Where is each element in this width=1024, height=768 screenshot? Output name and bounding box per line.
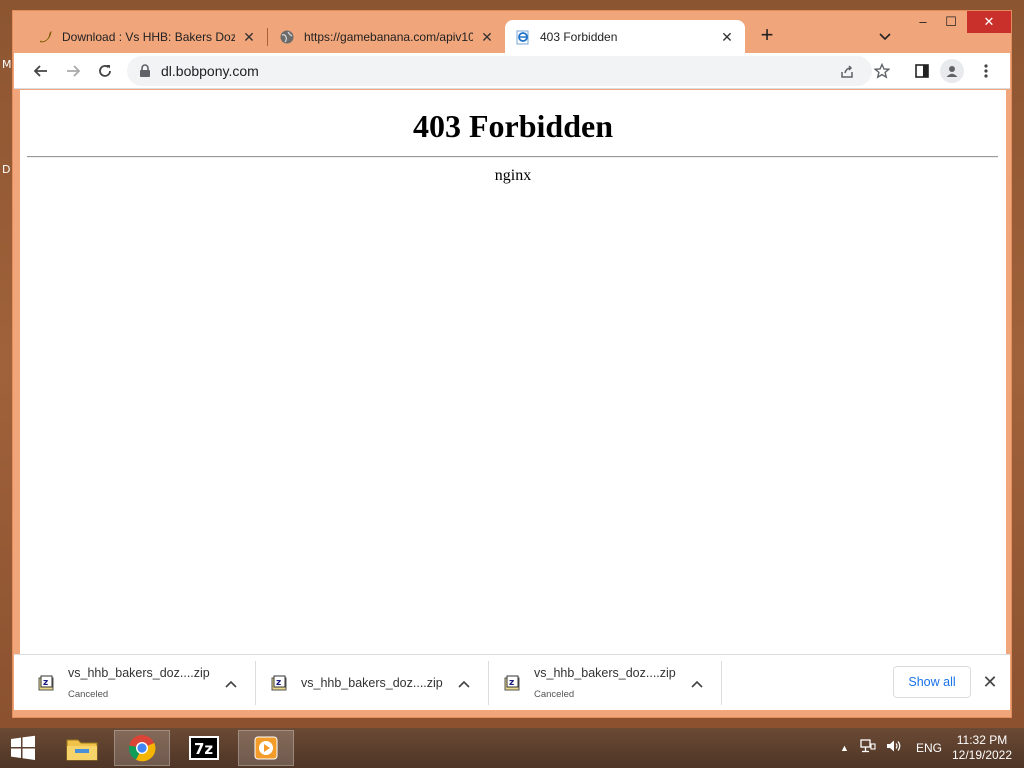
system-tray: ▲ ENG: [840, 728, 942, 768]
close-icon[interactable]: ✕: [719, 29, 735, 45]
desktop-icon-label[interactable]: D: [2, 163, 10, 176]
svg-text:z: z: [43, 678, 48, 688]
show-hidden-icons-icon[interactable]: ▲: [840, 743, 852, 753]
svg-text:z: z: [276, 678, 281, 688]
chevron-up-icon[interactable]: [690, 677, 704, 689]
globe-icon: [279, 29, 295, 45]
clock[interactable]: 11:32 PM 12/19/2022: [944, 733, 1020, 763]
browser-toolbar: dl.bobpony.com: [14, 53, 1010, 89]
svg-text:z: z: [509, 678, 514, 688]
close-icon[interactable]: ✕: [980, 672, 1000, 692]
download-status: Canceled: [68, 689, 109, 700]
download-item[interactable]: z vs_hhb_bakers_doz....zip Canceled: [14, 661, 247, 705]
close-icon[interactable]: ✕: [241, 29, 257, 45]
minimize-button[interactable]: –: [909, 11, 937, 33]
windows-start-icon[interactable]: [8, 735, 38, 761]
server-signature: nginx: [494, 167, 532, 184]
download-shelf: z vs_hhb_bakers_doz....zip Canceled z vs…: [14, 654, 1010, 710]
url-text[interactable]: dl.bobpony.com: [161, 63, 259, 79]
clock-date: 12/19/2022: [951, 748, 1013, 762]
chevron-up-icon[interactable]: [224, 677, 238, 689]
lock-icon[interactable]: [139, 64, 151, 78]
zip-archive-icon: z: [504, 675, 520, 691]
reload-icon[interactable]: [93, 59, 117, 83]
profile-avatar-icon[interactable]: [940, 59, 964, 83]
tab-download[interactable]: Download : Vs HHB: Bakers Dozen ✕: [27, 20, 267, 53]
browser-window: Download : Vs HHB: Bakers Dozen ✕ https:…: [12, 10, 1012, 718]
show-all-button[interactable]: Show all: [893, 666, 971, 698]
new-tab-button[interactable]: +: [757, 24, 777, 46]
chrome-icon[interactable]: [114, 730, 170, 766]
download-item[interactable]: z vs_hhb_bakers_doz....zip Canceled: [480, 661, 713, 705]
page-title: 403 Forbidden: [412, 108, 614, 144]
tab-title: 403 Forbidden: [540, 29, 618, 44]
language-indicator[interactable]: ENG: [916, 741, 942, 755]
tab-title: https://gamebanana.com/apiv10/: [304, 29, 473, 44]
maximize-button[interactable]: ☐: [937, 11, 965, 33]
download-filename: vs_hhb_bakers_doz....zip: [301, 676, 443, 690]
download-item[interactable]: z vs_hhb_bakers_doz....zip: [247, 661, 480, 705]
taskbar: 7z ▲ ENG 11:32 PM 12/19/2022: [0, 728, 1024, 768]
ie-page-icon: [515, 29, 531, 45]
download-status: Canceled: [534, 689, 575, 700]
file-explorer-icon[interactable]: [54, 730, 110, 766]
zip-archive-icon: z: [271, 675, 287, 691]
7-zip-icon[interactable]: 7z: [176, 730, 232, 766]
clock-time: 11:32 PM: [956, 733, 1008, 747]
side-panel-icon[interactable]: [910, 59, 934, 83]
address-bar[interactable]: dl.bobpony.com: [127, 56, 872, 86]
network-icon[interactable]: [860, 738, 880, 758]
download-filename: vs_hhb_bakers_doz....zip: [68, 666, 210, 680]
bookmark-star-icon[interactable]: [870, 59, 894, 83]
divider: [27, 156, 998, 158]
share-icon[interactable]: [837, 61, 857, 81]
close-icon[interactable]: ✕: [479, 29, 495, 45]
chevron-up-icon[interactable]: [457, 677, 471, 689]
tab-separator: [267, 28, 268, 46]
banana-icon: [37, 29, 53, 45]
media-player-icon[interactable]: [238, 730, 294, 766]
back-arrow-icon[interactable]: [29, 59, 53, 83]
desktop-icon-label[interactable]: M: [2, 58, 12, 71]
zip-archive-icon: z: [38, 675, 54, 691]
close-window-button[interactable]: ✕: [967, 11, 1011, 33]
volume-icon[interactable]: [886, 739, 906, 758]
tab-403-forbidden[interactable]: 403 Forbidden ✕: [505, 20, 745, 53]
forward-arrow-icon[interactable]: [61, 59, 85, 83]
tab-search-chevron-icon[interactable]: [875, 27, 895, 47]
more-menu-icon[interactable]: [974, 59, 998, 83]
download-filename: vs_hhb_bakers_doz....zip: [534, 666, 676, 680]
tab-strip: Download : Vs HHB: Bakers Dozen ✕ https:…: [13, 11, 1011, 53]
svg-text:7z: 7z: [194, 740, 213, 758]
tab-gamebanana[interactable]: https://gamebanana.com/apiv10/ ✕: [269, 20, 505, 53]
tab-title: Download : Vs HHB: Bakers Dozen: [62, 29, 235, 44]
download-separator: [721, 661, 722, 705]
page-viewport: 403 Forbidden nginx: [20, 90, 1006, 655]
